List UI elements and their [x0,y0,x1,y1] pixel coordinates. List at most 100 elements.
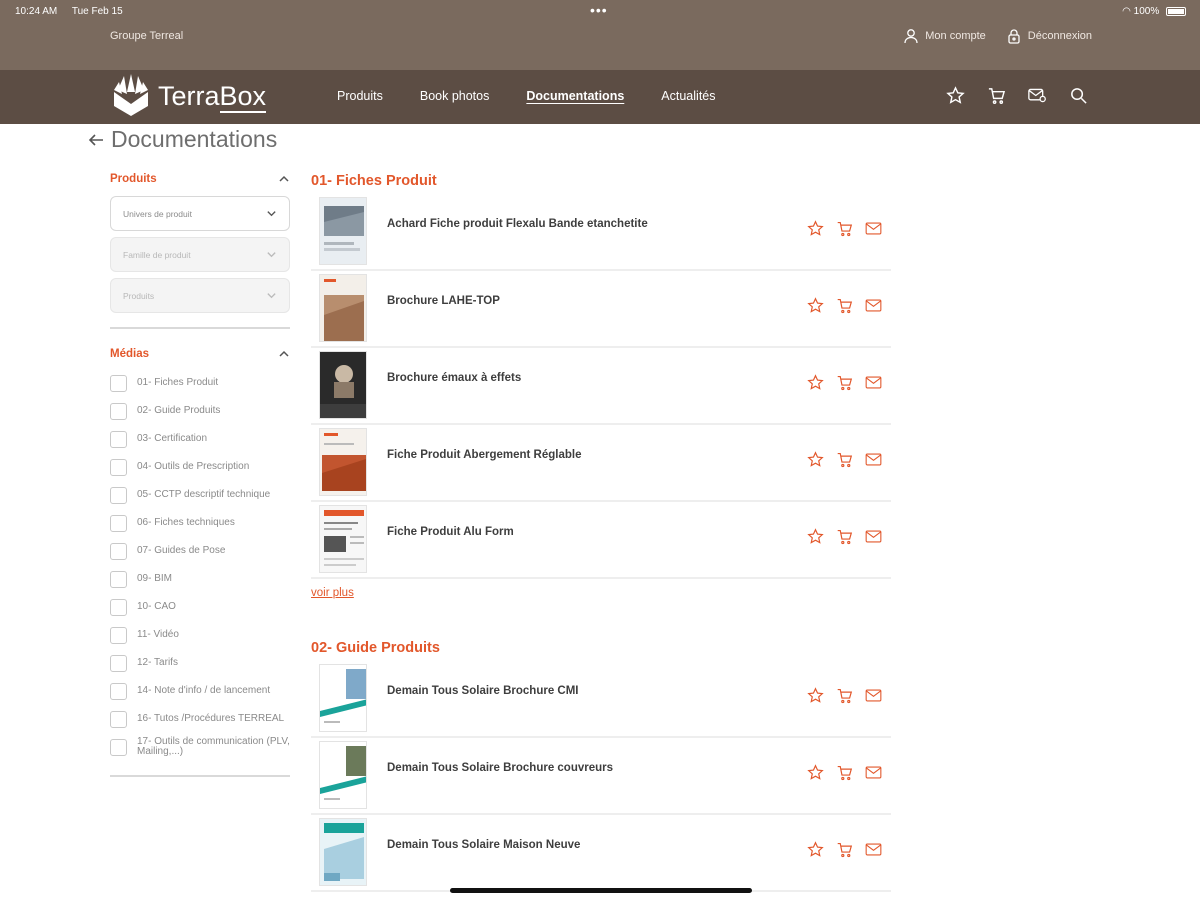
document-row[interactable]: Fiche Produit Alu Form [311,502,891,579]
nav-produits[interactable]: Produits [337,89,383,103]
document-title[interactable]: Brochure LAHE-TOP [387,295,500,307]
document-row[interactable]: Achard Fiche produit Flexalu Bande etanc… [311,194,891,271]
checkbox[interactable] [110,738,127,756]
media-filter-item[interactable]: 06- Fiches techniques [110,509,290,537]
favorite-star-icon[interactable] [807,764,824,781]
media-filter-item[interactable]: 12- Tarifs [110,649,290,677]
document-thumbnail[interactable] [319,351,367,419]
media-filter-item[interactable]: 05- CCTP descriptif technique [110,481,290,509]
chevron-up-icon[interactable] [278,173,290,185]
account-link[interactable]: Mon compte [903,28,986,44]
media-filter-item[interactable]: 01- Fiches Produit [110,369,290,397]
document-thumbnail[interactable] [319,197,367,265]
add-to-cart-icon[interactable] [836,764,853,781]
medias-filter-header[interactable]: Médias [110,343,290,365]
univers-select[interactable]: Univers de produit [110,196,290,231]
media-filter-item[interactable]: 07- Guides de Pose [110,537,290,565]
document-title[interactable]: Demain Tous Solaire Maison Neuve [387,839,580,851]
checkbox[interactable] [110,430,127,448]
media-filter-item[interactable]: 04- Outils de Prescription [110,453,290,481]
document-row[interactable]: Demain Tous Solaire Maison Neuve [311,815,891,892]
media-filter-item[interactable]: 11- Vidéo [110,621,290,649]
nav-documentations[interactable]: Documentations [526,89,624,103]
checkbox[interactable] [110,486,127,504]
logout-link[interactable]: Déconnexion [1006,28,1092,44]
media-filter-item[interactable]: 10- CAO [110,593,290,621]
add-to-cart-icon[interactable] [836,841,853,858]
document-row[interactable]: Brochure émaux à effets [311,348,891,425]
send-mail-icon[interactable] [865,297,882,314]
nav-actualites[interactable]: Actualités [661,89,715,103]
favorite-star-icon[interactable] [807,841,824,858]
document-title[interactable]: Demain Tous Solaire Brochure CMI [387,685,579,697]
document-title[interactable]: Brochure émaux à effets [387,372,521,384]
checkbox[interactable] [110,458,127,476]
document-thumbnail[interactable] [319,274,367,342]
famille-select[interactable]: Famille de produit [110,237,290,272]
media-filter-item[interactable]: 14- Note d'info / de lancement [110,677,290,705]
document-thumbnail[interactable] [319,818,367,886]
media-filter-item[interactable]: 03- Certification [110,425,290,453]
send-mail-icon[interactable] [865,528,882,545]
multitask-dots-icon[interactable]: ••• [590,2,608,18]
media-filter-item[interactable]: 17- Outils de communication (PLV, Mailin… [110,733,290,761]
favorites-star-icon[interactable] [946,86,965,105]
document-thumbnail[interactable] [319,505,367,573]
favorite-star-icon[interactable] [807,451,824,468]
add-to-cart-icon[interactable] [836,374,853,391]
checkbox[interactable] [110,710,127,728]
group-name[interactable]: Groupe Terreal [110,30,183,42]
add-to-cart-icon[interactable] [836,451,853,468]
see-more-link[interactable]: voir plus [311,579,891,607]
media-filter-label: 10- CAO [137,601,176,612]
checkbox[interactable] [110,570,127,588]
send-mail-icon[interactable] [865,764,882,781]
document-title[interactable]: Achard Fiche produit Flexalu Bande etanc… [387,218,648,230]
checkbox[interactable] [110,598,127,616]
favorite-star-icon[interactable] [807,374,824,391]
favorite-star-icon[interactable] [807,297,824,314]
document-thumbnail[interactable] [319,664,367,732]
checkbox[interactable] [110,514,127,532]
document-title[interactable]: Fiche Produit Alu Form [387,526,514,538]
media-filter-item[interactable]: 02- Guide Produits [110,397,290,425]
nav-book-photos[interactable]: Book photos [420,89,490,103]
add-to-cart-icon[interactable] [836,687,853,704]
produits-filter-header[interactable]: Produits [110,168,290,190]
search-icon[interactable] [1069,86,1088,105]
media-filter-item[interactable]: 09- BIM [110,565,290,593]
checkbox[interactable] [110,654,127,672]
add-to-cart-icon[interactable] [836,297,853,314]
document-row[interactable]: Demain Tous Solaire Brochure couvreurs [311,738,891,815]
add-to-cart-icon[interactable] [836,220,853,237]
send-mail-icon[interactable] [865,687,882,704]
favorite-star-icon[interactable] [807,220,824,237]
checkbox[interactable] [110,682,127,700]
checkbox[interactable] [110,626,127,644]
checkbox[interactable] [110,542,127,560]
checkbox[interactable] [110,402,127,420]
cart-icon[interactable] [987,86,1006,105]
send-mail-icon[interactable] [865,374,882,391]
favorite-star-icon[interactable] [807,687,824,704]
back-arrow-icon[interactable] [87,131,105,149]
mail-settings-icon[interactable] [1028,86,1047,105]
favorite-star-icon[interactable] [807,528,824,545]
document-thumbnail[interactable] [319,428,367,496]
add-to-cart-icon[interactable] [836,528,853,545]
produits-select[interactable]: Produits [110,278,290,313]
chevron-up-icon[interactable] [278,348,290,360]
document-row[interactable]: Fiche Produit Abergement Réglable [311,425,891,502]
document-row[interactable]: Brochure LAHE-TOP [311,271,891,348]
terrabox-logo[interactable]: TerraBox [110,74,267,118]
send-mail-icon[interactable] [865,451,882,468]
send-mail-icon[interactable] [865,841,882,858]
checkbox[interactable] [110,374,127,392]
send-mail-icon[interactable] [865,220,882,237]
document-title[interactable]: Fiche Produit Abergement Réglable [387,449,581,461]
media-filter-item[interactable]: 16- Tutos /Procédures TERREAL [110,705,290,733]
document-title[interactable]: Demain Tous Solaire Brochure couvreurs [387,762,613,774]
document-row[interactable]: Demain Tous Solaire Brochure CMI [311,661,891,738]
home-indicator[interactable] [450,888,752,893]
document-thumbnail[interactable] [319,741,367,809]
